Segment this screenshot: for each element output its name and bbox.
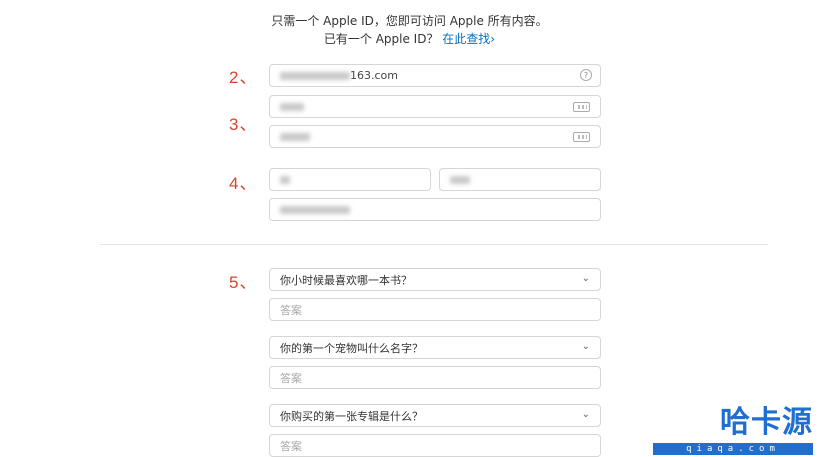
keyboard-icon[interactable]: [573, 102, 590, 112]
security-answer-3-field[interactable]: 答案: [269, 434, 601, 457]
email-suffix: 163.com: [350, 69, 398, 82]
step-4-label: 4、: [229, 174, 258, 193]
help-circle-icon[interactable]: ?: [580, 69, 592, 81]
security-answer-2-field[interactable]: 答案: [269, 366, 601, 389]
password-field[interactable]: [269, 95, 601, 118]
birthday-blurred: [280, 205, 350, 214]
chevron-down-icon: ⌄: [581, 273, 590, 284]
keyboard-icon[interactable]: [573, 132, 590, 142]
security-question-1-text: 你小时候最喜欢哪一本书？: [280, 273, 412, 287]
email-blurred-text: [280, 71, 350, 80]
step-3-label: 3、: [229, 115, 258, 134]
confirm-password-field[interactable]: [269, 125, 601, 148]
security-answer-1-field[interactable]: 答案: [269, 298, 601, 321]
security-question-3-select[interactable]: 你购买的第一张专辑是什么？ ⌄: [269, 404, 601, 427]
first-name-field[interactable]: [439, 168, 601, 191]
security-answer-1-placeholder: 答案: [280, 303, 302, 317]
password-masked-text: [280, 102, 304, 111]
find-apple-id-link[interactable]: 在此查找›: [442, 32, 495, 46]
chevron-down-icon: ⌄: [581, 341, 590, 352]
last-name-blurred: [280, 175, 290, 184]
step-2-label: 2、: [229, 68, 258, 87]
find-apple-id-line: 已有一个 Apple ID？ 在此查找›: [0, 30, 819, 47]
intro-text: 只需一个 Apple ID，您即可访问 Apple 所有内容。: [271, 14, 548, 28]
security-question-3-text: 你购买的第一张专辑是什么？: [280, 409, 423, 423]
security-answer-2-placeholder: 答案: [280, 371, 302, 385]
email-field[interactable]: 163.com ?: [269, 64, 601, 87]
watermark: 哈卡源 qiaqa.com: [653, 405, 813, 455]
security-answer-3-placeholder: 答案: [280, 439, 302, 453]
first-name-blurred: [450, 175, 470, 184]
watermark-url: qiaqa.com: [653, 443, 813, 455]
security-question-2-text: 你的第一个宠物叫什么名字？: [280, 341, 423, 355]
step-5-label: 5、: [229, 273, 258, 292]
birthday-field[interactable]: [269, 198, 601, 221]
security-question-2-select[interactable]: 你的第一个宠物叫什么名字？ ⌄: [269, 336, 601, 359]
chevron-down-icon: ⌄: [581, 409, 590, 420]
confirm-password-masked-text: [280, 132, 310, 141]
section-divider: [100, 244, 768, 245]
last-name-field[interactable]: [269, 168, 431, 191]
watermark-logo: 哈卡源: [720, 405, 813, 440]
security-question-1-select[interactable]: 你小时候最喜欢哪一本书？ ⌄: [269, 268, 601, 291]
find-apple-id-prefix: 已有一个 Apple ID？: [323, 32, 439, 46]
